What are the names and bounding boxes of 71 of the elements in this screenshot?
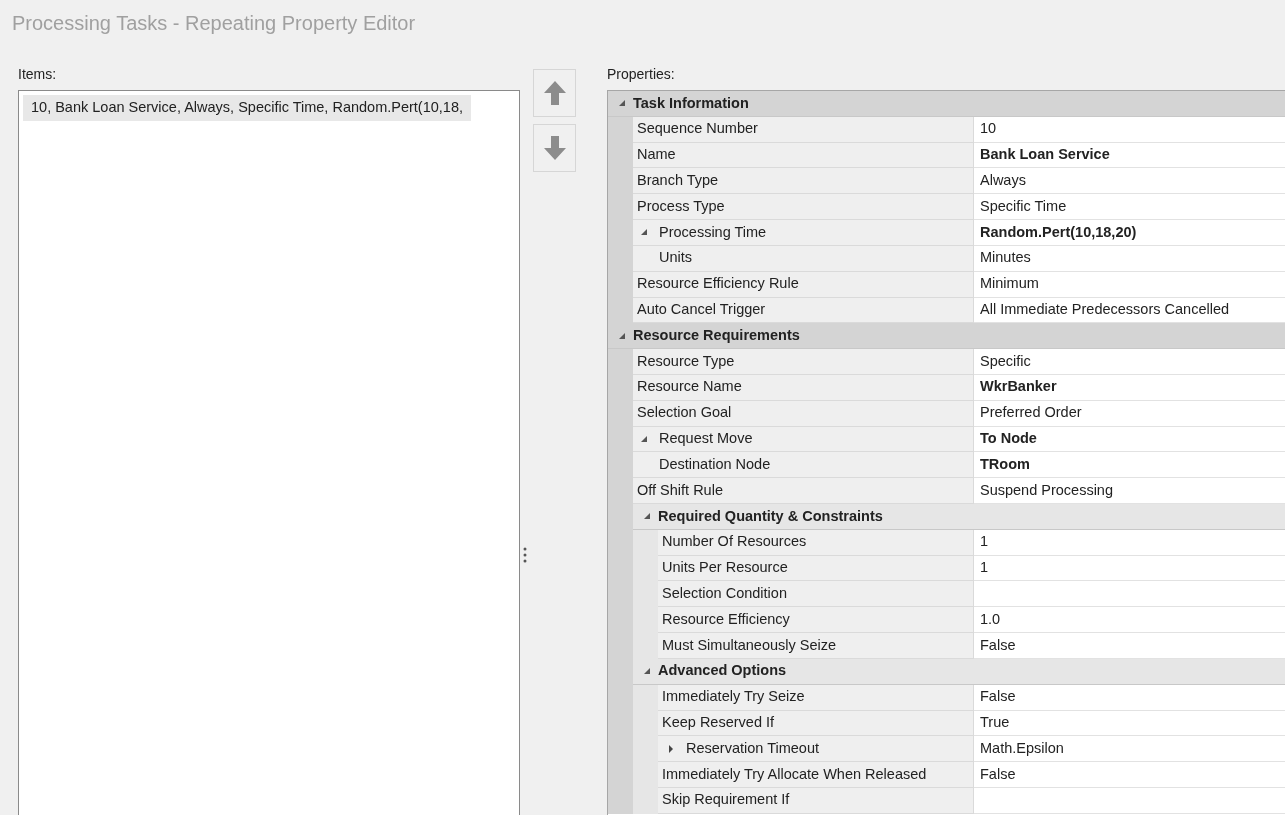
property-name: Resource Type [633, 349, 974, 375]
category-header[interactable]: Advanced Options [633, 658, 1285, 685]
property-value[interactable]: Minutes [974, 245, 1285, 272]
expanded-icon[interactable] [618, 331, 626, 340]
property-name: Resource Efficiency [658, 607, 974, 634]
property-value[interactable]: TRoom [974, 452, 1285, 479]
expanded-icon[interactable] [643, 667, 651, 676]
indent-margin [633, 529, 658, 556]
properties-label: Properties: [607, 65, 676, 84]
category-header[interactable]: Required Quantity & Constraints [633, 504, 1285, 530]
list-item[interactable]: 10, Bank Loan Service, Always, Specific Time, Random.Pert(10,18, [23, 95, 471, 121]
expanded-icon[interactable] [643, 512, 651, 521]
property-value[interactable]: Random.Pert(10,18,20) [974, 220, 1285, 246]
property-value[interactable]: Math.Epsilon [974, 736, 1285, 763]
indent-margin [608, 787, 633, 814]
property-value[interactable]: To Node [974, 426, 1285, 453]
property-value[interactable]: 1.0 [974, 607, 1285, 634]
collapsed-icon[interactable] [667, 744, 675, 753]
property-name: Immediately Try Allocate When Released [658, 762, 974, 788]
property-value[interactable]: Minimum [974, 271, 1285, 298]
category-header[interactable]: Task Information [608, 91, 1285, 117]
property-value[interactable]: False [974, 762, 1285, 788]
property-name: Resource Name [633, 374, 974, 401]
window-title: Processing Tasks - Repeating Property Editor [11, 11, 417, 36]
property-name: Sequence Number [633, 116, 974, 143]
property-value[interactable]: False [974, 684, 1285, 711]
property-name: Branch Type [633, 168, 974, 195]
items-label: Items: [18, 65, 58, 84]
property-value[interactable]: WkrBanker [974, 374, 1285, 401]
property-value[interactable]: True [974, 710, 1285, 737]
indent-margin [633, 787, 658, 814]
property-name: Keep Reserved If [658, 710, 974, 737]
splitter-grip-icon[interactable] [523, 546, 527, 564]
property-value[interactable]: Specific [974, 349, 1285, 375]
property-name: Name [633, 142, 974, 169]
arrow-down-icon [542, 135, 567, 161]
move-down-button[interactable] [533, 124, 576, 172]
property-name: Off Shift Rule [633, 478, 974, 504]
property-name: Processing Time [633, 220, 974, 246]
property-name: Auto Cancel Trigger [633, 297, 974, 324]
property-name: Number Of Resources [658, 529, 974, 556]
arrow-up-icon [542, 80, 567, 106]
property-value[interactable]: Preferred Order [974, 400, 1285, 427]
items-list[interactable]: 10, Bank Loan Service, Always, Specific Time, Random.Pert(10,18, [18, 90, 520, 815]
property-value[interactable]: 1 [974, 555, 1285, 582]
expanded-icon[interactable] [640, 228, 648, 237]
property-name: Process Type [633, 194, 974, 221]
property-value[interactable]: 10 [974, 116, 1285, 143]
indent-margin [608, 116, 633, 143]
category-header[interactable]: Resource Requirements [608, 323, 1285, 350]
property-name: Request Move [633, 426, 974, 453]
property-name: Skip Requirement If [658, 787, 974, 814]
property-name: Resource Efficiency Rule [633, 271, 974, 298]
property-name: Selection Condition [658, 581, 974, 608]
property-value[interactable]: False [974, 633, 1285, 659]
property-value[interactable]: Specific Time [974, 194, 1285, 221]
expanded-icon[interactable] [618, 99, 626, 108]
property-value[interactable]: Bank Loan Service [974, 142, 1285, 169]
property-value[interactable]: Always [974, 168, 1285, 195]
indent-margin [633, 684, 658, 711]
property-name: Units [633, 245, 974, 272]
property-name: Units Per Resource [658, 555, 974, 582]
expanded-icon[interactable] [640, 434, 648, 443]
move-up-button[interactable] [533, 69, 576, 117]
property-name: Reservation Timeout [658, 736, 974, 763]
property-name: Must Simultaneously Seize [658, 633, 974, 659]
property-name: Destination Node [633, 452, 974, 479]
indent-margin [608, 349, 633, 375]
property-name: Selection Goal [633, 400, 974, 427]
property-value[interactable]: 1 [974, 529, 1285, 556]
property-name: Immediately Try Seize [658, 684, 974, 711]
